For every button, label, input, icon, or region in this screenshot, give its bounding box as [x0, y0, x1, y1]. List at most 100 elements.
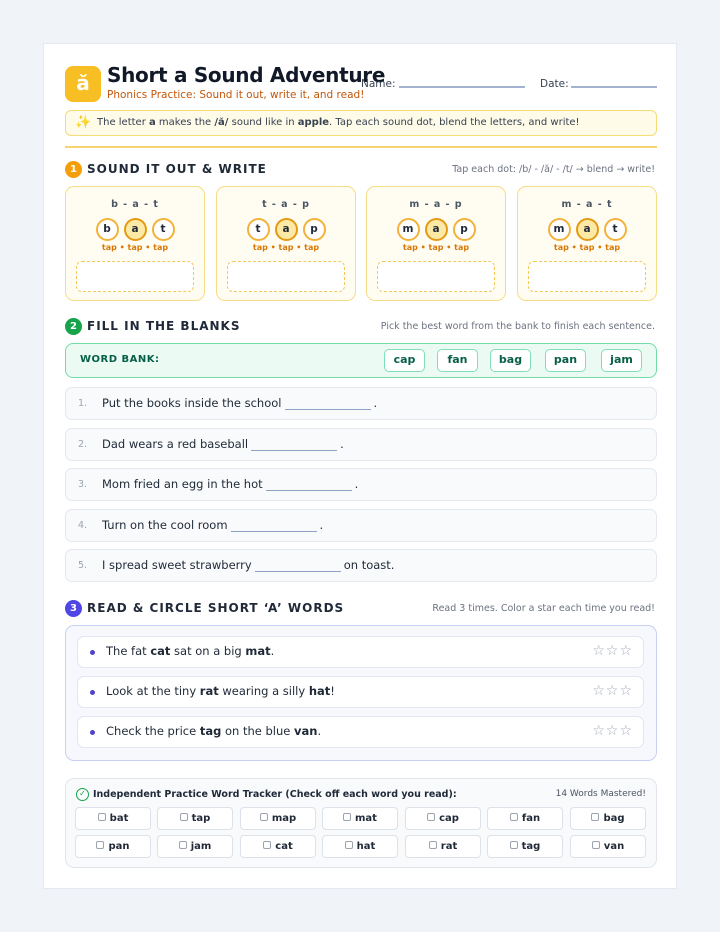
target-word[interactable]: tag: [200, 724, 222, 738]
date-field[interactable]: [571, 86, 657, 88]
checkbox[interactable]: [509, 813, 518, 821]
word-bank-label: WORD BANK:: [80, 354, 160, 365]
star-rating[interactable]: ☆☆☆: [592, 643, 633, 659]
sentence-number: 5.: [78, 560, 88, 571]
word-bank-chip[interactable]: pan: [545, 349, 586, 372]
sound-dot[interactable]: p: [452, 218, 476, 241]
sentence-end: .: [373, 396, 378, 410]
tracker-word[interactable]: tap: [157, 807, 233, 830]
word-bank-chip[interactable]: fan: [437, 349, 478, 372]
sentence-row: 5. I spread sweet strawberry on toast.: [65, 549, 657, 582]
checkbox[interactable]: [343, 813, 352, 821]
reading-text: Check the price tag on the blue van.: [106, 724, 322, 738]
target-word[interactable]: cat: [150, 644, 170, 658]
target-word[interactable]: van: [294, 724, 317, 738]
sound-dot[interactable]: a: [274, 218, 298, 241]
tracker-word[interactable]: rat: [405, 835, 481, 858]
checkbox[interactable]: [509, 841, 518, 849]
target-word[interactable]: hat: [309, 684, 330, 698]
reading-line: Check the price tag on the blue van. ☆☆☆: [77, 716, 644, 748]
section-2-number: 2: [65, 318, 82, 335]
sentence-number: 4.: [78, 520, 88, 531]
sound-dot[interactable]: a: [575, 218, 599, 241]
sound-dot[interactable]: a: [424, 218, 448, 241]
sentence-text: Mom fried an egg in the hot: [102, 477, 263, 491]
tap-hint: tap • tap • tap: [252, 243, 320, 252]
sound-dot[interactable]: m: [547, 218, 571, 241]
tracker-word[interactable]: mat: [322, 807, 398, 830]
sound-dot[interactable]: b: [95, 218, 119, 241]
word-bank-chip[interactable]: bag: [490, 349, 531, 372]
tracker-word[interactable]: bag: [570, 807, 646, 830]
word-tracker: ✓ Independent Practice Word Tracker (Che…: [65, 778, 657, 868]
reading-text: Look at the tiny rat wearing a silly hat…: [106, 684, 335, 698]
checkbox[interactable]: [344, 841, 353, 849]
name-field[interactable]: [399, 86, 525, 88]
sound-dot[interactable]: m: [396, 218, 420, 241]
tap-hint: tap • tap • tap: [553, 243, 621, 252]
sound-card: b - a - t b a t tap • tap • tap: [65, 186, 205, 301]
sentence-end: .: [319, 518, 324, 532]
checkbox[interactable]: [259, 813, 268, 821]
checkbox[interactable]: [179, 813, 188, 821]
checkbox[interactable]: [263, 841, 272, 849]
sentence-text: I spread sweet strawberry: [102, 558, 252, 572]
checkbox[interactable]: [96, 841, 105, 849]
sentence-end: .: [340, 437, 344, 451]
checkbox[interactable]: [97, 813, 106, 821]
tracker-word[interactable]: map: [240, 807, 316, 830]
reading-line: Look at the tiny rat wearing a silly hat…: [77, 676, 644, 708]
tracker-word[interactable]: cap: [405, 807, 481, 830]
section-3-note: Read 3 times. Color a star each time you…: [432, 603, 655, 614]
sentence-row: 4. Turn on the cool room.: [65, 509, 657, 542]
answer-blank[interactable]: [251, 437, 338, 451]
target-word[interactable]: mat: [245, 644, 270, 658]
checkbox[interactable]: [178, 841, 187, 849]
write-box[interactable]: [528, 261, 646, 292]
sound-dot[interactable]: t: [151, 218, 175, 241]
sound-dot[interactable]: t: [603, 218, 627, 241]
sentence-end: .: [354, 477, 359, 491]
star-rating[interactable]: ☆☆☆: [592, 683, 633, 699]
write-box[interactable]: [377, 261, 495, 292]
word-bank: WORD BANK: cap fan bag pan jam: [65, 343, 657, 378]
section-1-title: SOUND IT OUT & WRITE: [87, 162, 267, 176]
word-bank-chip[interactable]: cap: [384, 349, 425, 372]
sentence-text: Put the books inside the school: [102, 396, 282, 410]
tracker-count: 14 Words Mastered!: [555, 789, 646, 799]
tracker-word[interactable]: pan: [75, 835, 151, 858]
write-box[interactable]: [76, 261, 194, 292]
answer-blank[interactable]: [230, 518, 317, 532]
tracker-word[interactable]: jam: [157, 835, 233, 858]
section-2-note: Pick the best word from the bank to fini…: [380, 321, 655, 332]
checkbox[interactable]: [591, 813, 600, 821]
sound-card: m - a - p m a p tap • tap • tap: [366, 186, 506, 301]
tracker-word[interactable]: bat: [75, 807, 151, 830]
tracker-word[interactable]: tag: [487, 835, 563, 858]
answer-blank[interactable]: [254, 558, 341, 572]
answer-blank[interactable]: [265, 477, 352, 491]
target-word[interactable]: rat: [200, 684, 219, 698]
tracker-word[interactable]: van: [570, 835, 646, 858]
sound-dot[interactable]: p: [302, 218, 326, 241]
worksheet: ă Short a Sound Adventure Phonics Practi…: [43, 43, 677, 889]
tracker-word[interactable]: hat: [322, 835, 398, 858]
checkbox[interactable]: [428, 841, 437, 849]
tracker-word[interactable]: fan: [487, 807, 563, 830]
answer-blank[interactable]: [284, 396, 371, 410]
sound-card: t - a - p t a p tap • tap • tap: [216, 186, 356, 301]
reading-line: The fat cat sat on a big mat. ☆☆☆: [77, 636, 644, 668]
star-rating[interactable]: ☆☆☆: [592, 723, 633, 739]
sparkle-icon: ✨: [75, 115, 92, 130]
word-bank-chip[interactable]: jam: [601, 349, 642, 372]
page-subtitle: Phonics Practice: Sound it out, write it…: [107, 89, 365, 101]
sound-dot[interactable]: t: [246, 218, 270, 241]
write-box[interactable]: [227, 261, 345, 292]
sentence-number: 2.: [78, 439, 88, 450]
checkbox[interactable]: [591, 841, 600, 849]
sound-dot[interactable]: a: [123, 218, 147, 241]
checkbox[interactable]: [427, 813, 436, 821]
header-divider: [65, 146, 657, 148]
tracker-word[interactable]: cat: [240, 835, 316, 858]
sentence-number: 1.: [78, 398, 88, 409]
